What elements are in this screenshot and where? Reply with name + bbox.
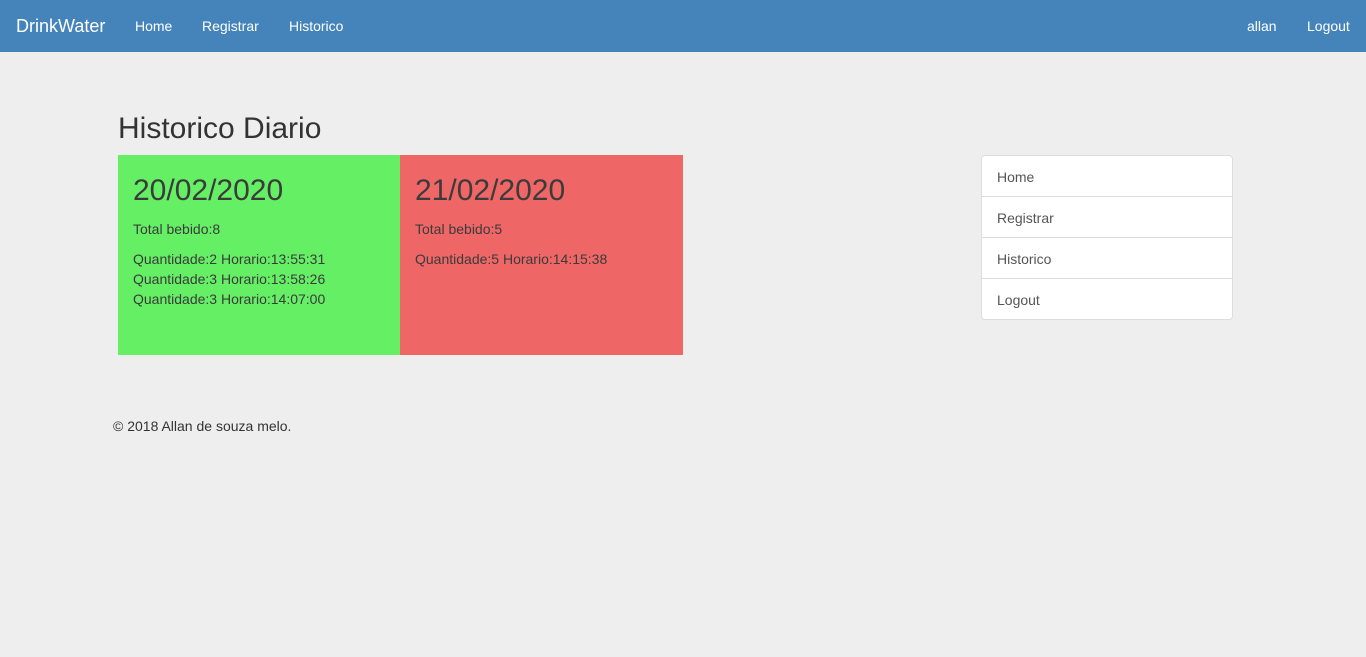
day-card-entry: Quantidade:2 Horario:13:55:31 (133, 251, 326, 267)
top-navbar: DrinkWater Home Registrar Historico alla… (0, 0, 1366, 52)
side-menu-item-registrar[interactable]: Registrar (982, 197, 1232, 238)
nav-user-link[interactable]: allan (1247, 17, 1277, 35)
page-title: Historico Diario (118, 112, 322, 145)
day-card: 21/02/2020 Total bebido:5 Quantidade:5 H… (400, 155, 683, 355)
side-menu-item-historico[interactable]: Historico (982, 238, 1232, 279)
nav-historico-link[interactable]: Historico (289, 17, 343, 35)
day-card-date: 21/02/2020 (415, 174, 566, 207)
day-card-entries: Quantidade:5 Horario:14:15:38 (415, 249, 607, 269)
day-card-entry: Quantidade:5 Horario:14:15:38 (415, 251, 608, 267)
nav-logout-link[interactable]: Logout (1307, 17, 1350, 35)
footer-copyright: © 2018 Allan de souza melo. (113, 418, 292, 434)
day-card-entry: Quantidade:3 Horario:14:07:00 (133, 291, 326, 307)
day-card-total: Total bebido:8 (133, 221, 221, 237)
side-menu-item-logout[interactable]: Logout (982, 279, 1232, 319)
day-card-date: 20/02/2020 (133, 174, 284, 207)
day-card: 20/02/2020 Total bebido:8 Quantidade:2 H… (118, 155, 400, 355)
day-card-entry: Quantidade:3 Horario:13:58:26 (133, 271, 326, 287)
nav-home-link[interactable]: Home (135, 17, 172, 35)
day-card-entries: Quantidade:2 Horario:13:55:31 Quantidade… (133, 249, 325, 309)
side-menu-item-home[interactable]: Home (982, 156, 1232, 197)
day-card-total: Total bebido:5 (415, 221, 503, 237)
brand-link[interactable]: DrinkWater (16, 15, 105, 37)
side-menu: Home Registrar Historico Logout (981, 155, 1233, 320)
nav-registrar-link[interactable]: Registrar (202, 17, 259, 35)
